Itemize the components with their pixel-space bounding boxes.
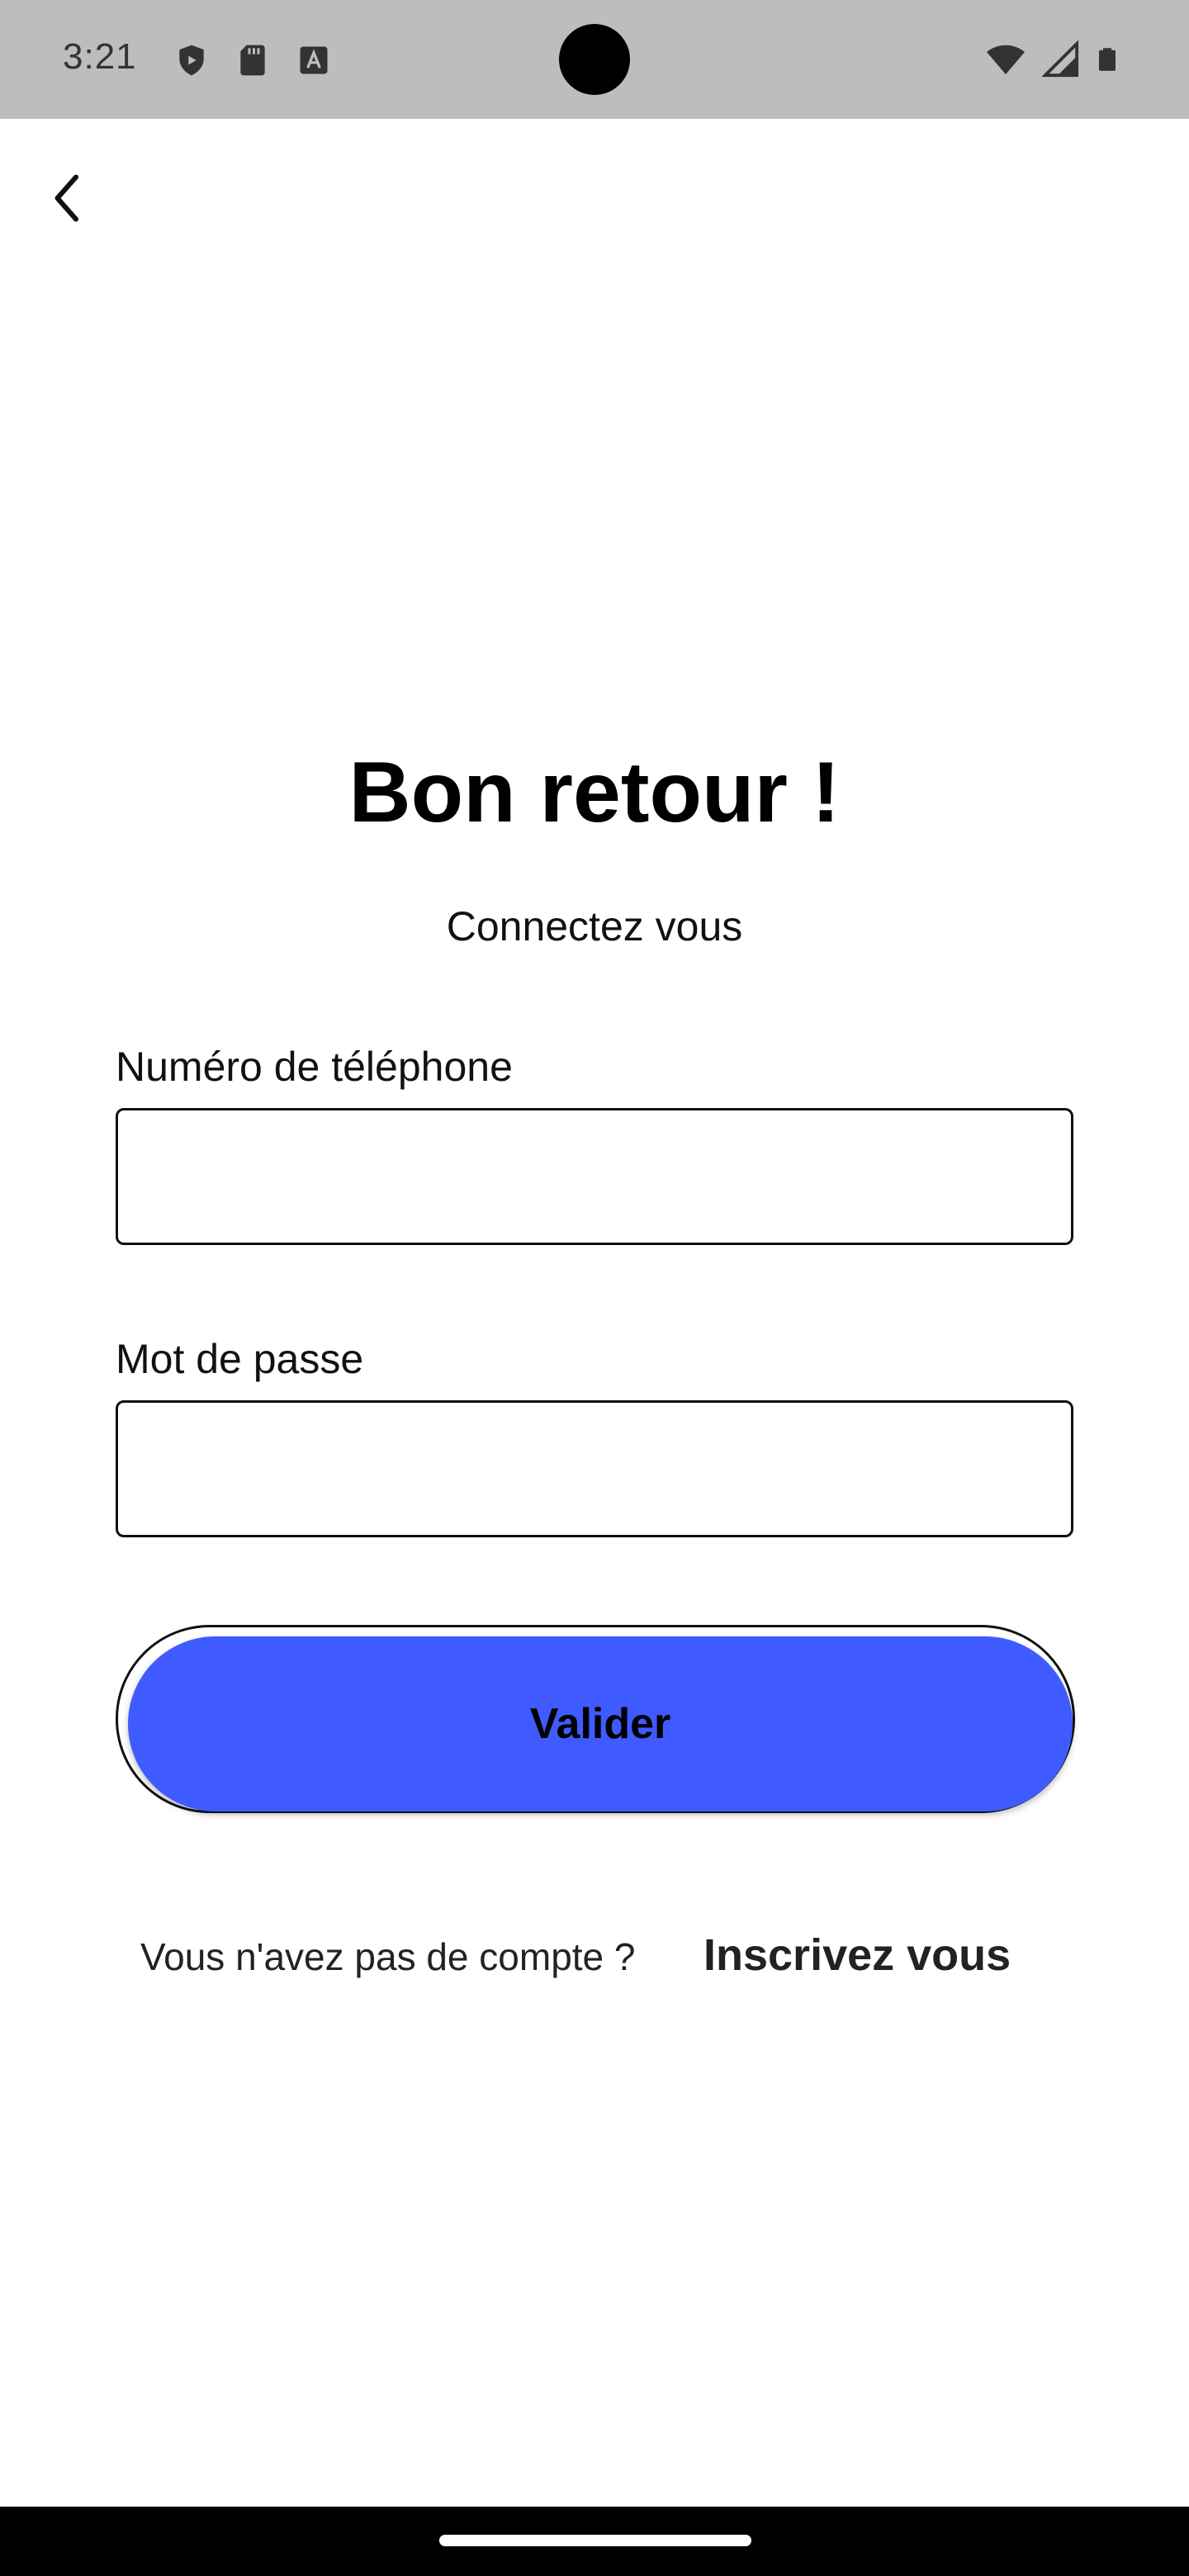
system-nav-bar [0,2507,1189,2576]
page-subtitle: Connectez vous [446,903,743,949]
signal-icon [1042,40,1079,78]
status-bar: 3:21 [0,0,1189,119]
shield-icon [179,45,204,76]
phone-label: Numéro de téléphone [116,1044,513,1090]
phone-input[interactable] [116,1108,1073,1245]
password-label: Mot de passe [116,1336,364,1382]
wifi-icon [987,45,1025,74]
signup-prompt: Vous n'avez pas de compte ? [140,1935,636,1978]
sd-card-icon [240,45,265,76]
battery-icon [1099,48,1116,71]
login-screen: 3:21 Bon retour ! Connectez vous Numéro … [0,0,1189,2576]
status-time: 3:21 [63,36,137,77]
submit-button[interactable]: Valider [128,1636,1073,1811]
font-a-icon [300,46,328,74]
back-button[interactable] [41,165,91,231]
password-input[interactable] [116,1400,1073,1537]
home-indicator[interactable] [439,2535,751,2546]
signup-link[interactable]: Inscrivez vous [703,1929,1011,1982]
chevron-left-icon [54,174,78,222]
status-right-icons [984,40,1120,79]
page-title: Bon retour ! [348,745,841,841]
status-left-icons [173,41,332,79]
camera-cutout [559,24,630,95]
